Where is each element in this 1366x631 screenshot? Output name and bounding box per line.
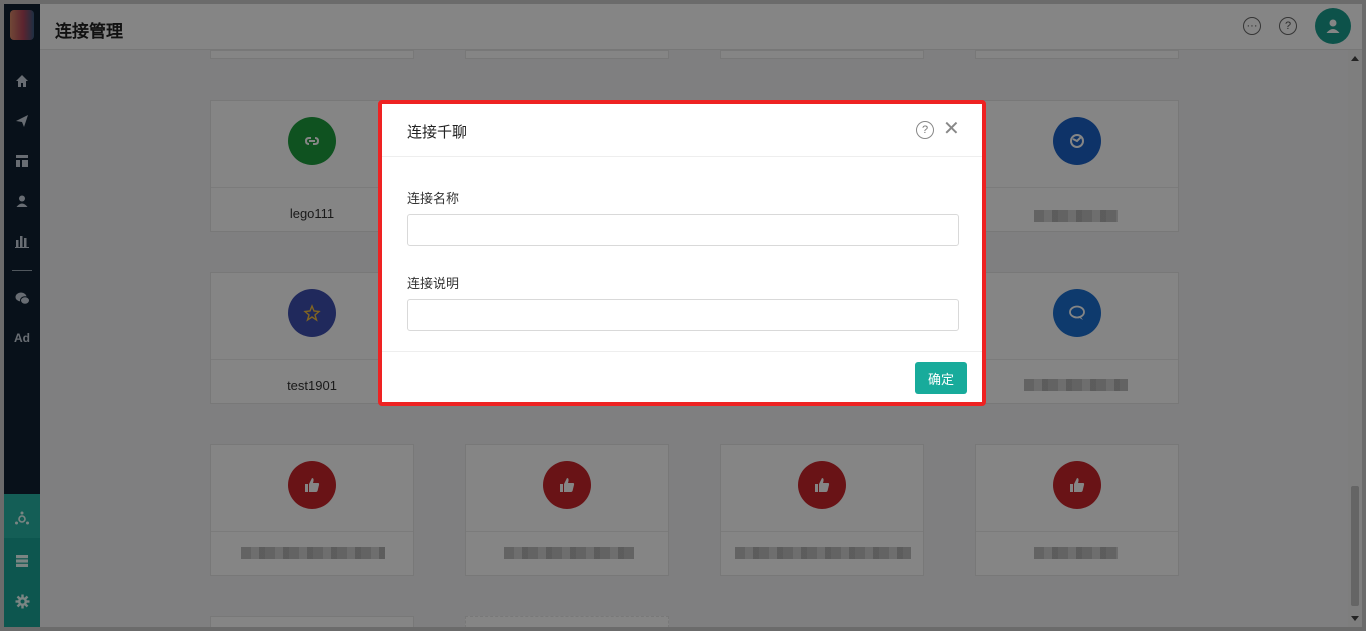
help-icon[interactable]: ?	[916, 121, 934, 139]
dialog-footer-divider	[382, 351, 982, 352]
dialog-header: 连接千聊 ? ✕	[382, 104, 982, 157]
dialog-title: 连接千聊	[407, 124, 468, 141]
connection-desc-label: 连接说明	[407, 276, 460, 291]
close-icon[interactable]: ✕	[943, 118, 960, 140]
connection-name-label: 连接名称	[407, 191, 460, 206]
connection-desc-input[interactable]	[407, 299, 959, 331]
connect-dialog: 连接千聊 ? ✕ 连接名称 连接说明 确定	[382, 104, 982, 402]
app-window: Ad 连接管理 ··· ? lego111 test1901 连接千聊 ? ✕ …	[4, 4, 1362, 627]
confirm-button[interactable]: 确定	[915, 362, 967, 394]
connection-name-input[interactable]	[407, 214, 959, 246]
